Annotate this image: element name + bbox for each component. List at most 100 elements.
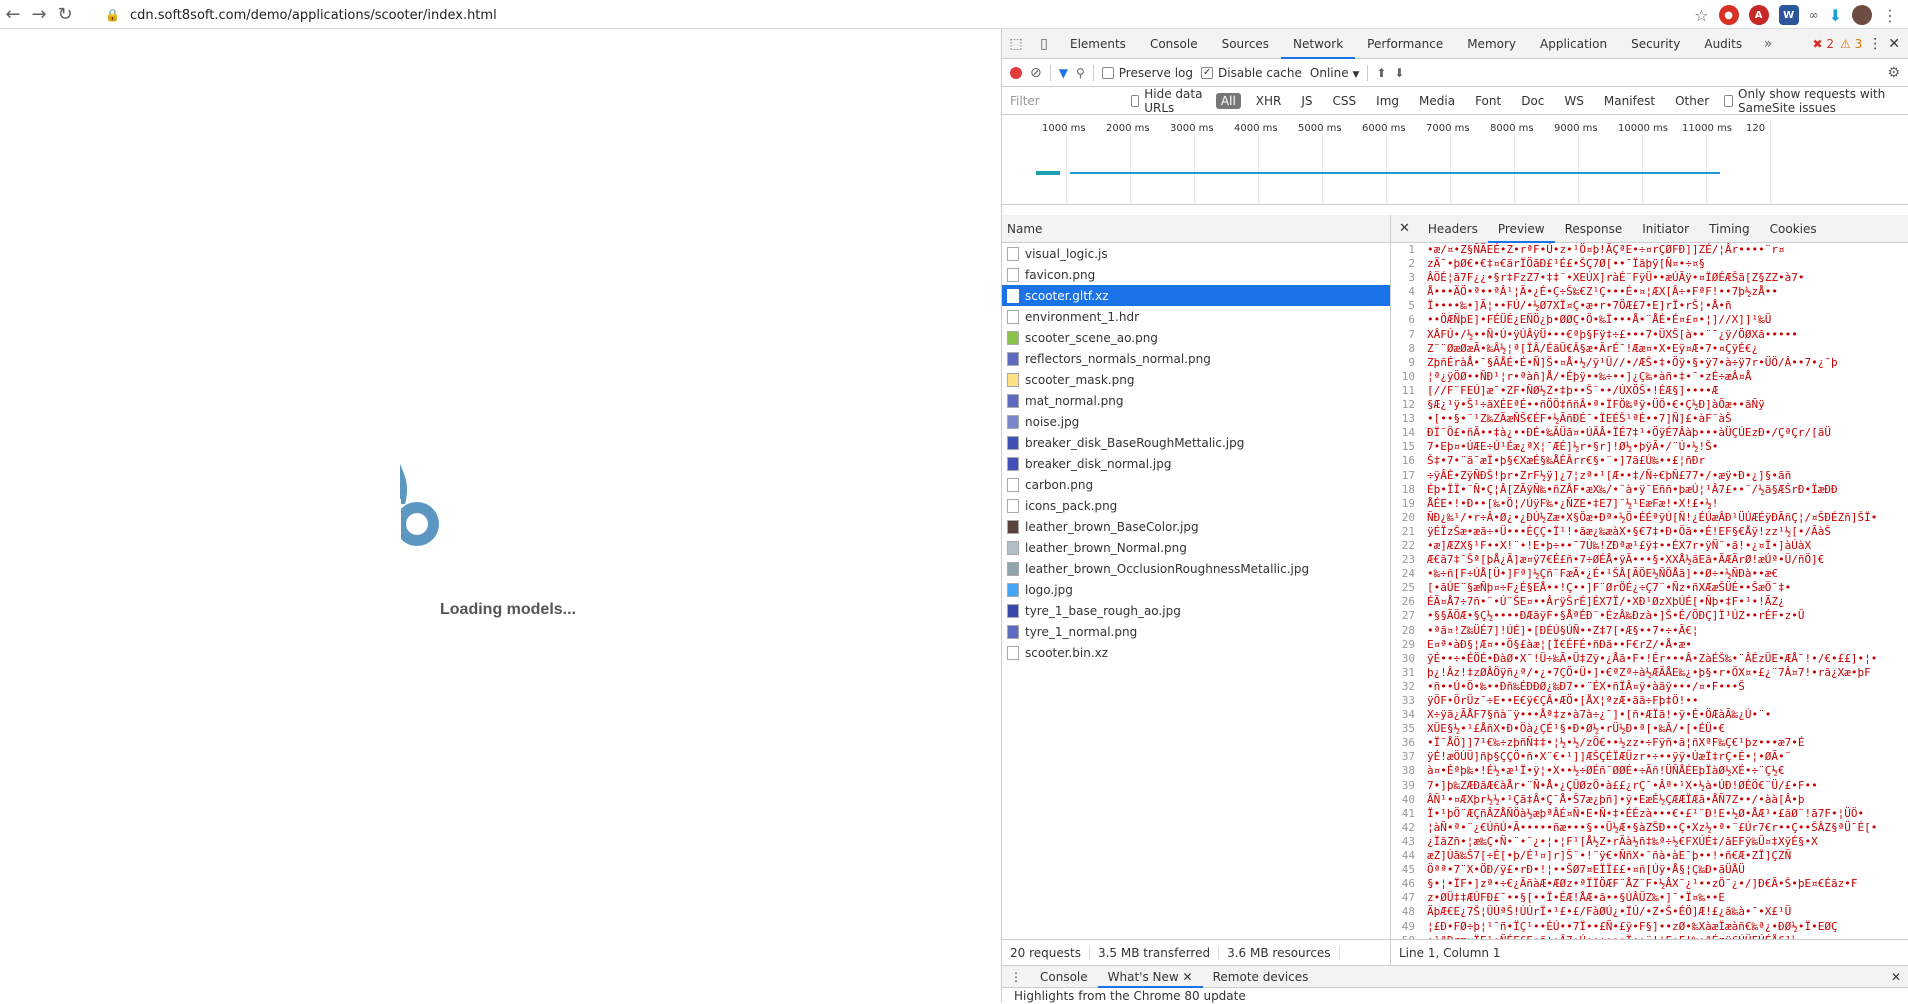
network-overview-timeline[interactable]: 1000 ms 2000 ms 3000 ms 4000 ms 5000 ms 6000 …: [1002, 115, 1908, 205]
preserve-log-checkbox[interactable]: Preserve log: [1101, 66, 1193, 80]
more-tabs-icon[interactable]: »: [1754, 29, 1782, 59]
file-row[interactable]: logo.jpg: [1002, 579, 1390, 600]
type-filter-img[interactable]: Img: [1371, 93, 1404, 109]
tab-performance[interactable]: Performance: [1355, 29, 1455, 59]
adblock-icon[interactable]: A: [1748, 5, 1769, 25]
file-row[interactable]: reflectors_normals_normal.png: [1002, 348, 1390, 369]
file-row[interactable]: tyre_1_normal.png: [1002, 621, 1390, 642]
line-number: 43: [1401, 834, 1415, 848]
file-row[interactable]: favicon.png: [1002, 264, 1390, 285]
line-number: 29: [1401, 637, 1415, 651]
hide-data-urls-checkbox[interactable]: Hide data URLs: [1130, 87, 1206, 115]
device-toolbar-icon[interactable]: ▯: [1030, 29, 1058, 59]
record-icon[interactable]: [1010, 66, 1022, 79]
file-row[interactable]: leather_brown_OcclusionRoughnessMetallic…: [1002, 558, 1390, 579]
type-filter-css[interactable]: CSS: [1328, 93, 1362, 109]
download-icon[interactable]: ⬇: [1829, 6, 1842, 25]
devtools-drawer: ⋮ Console What's New ✕ Remote devices ✕ …: [1002, 965, 1908, 1003]
tab-cookies[interactable]: Cookies: [1760, 215, 1827, 243]
type-filter-media[interactable]: Media: [1414, 93, 1460, 109]
type-filter-xhr[interactable]: XHR: [1251, 93, 1287, 109]
type-filter-ws[interactable]: WS: [1559, 93, 1588, 109]
tab-application[interactable]: Application: [1528, 29, 1619, 59]
binary-line: ÷ÿÂÉ•ZÿÑÐŠ!þr•ZrF½ÿ]¿7¦zª•¹[Æ••‡/Ñ÷€þÑ£7…: [1427, 468, 1792, 482]
settings-gear-icon[interactable]: ⚙: [1887, 65, 1908, 81]
type-filter-doc[interactable]: Doc: [1516, 93, 1549, 109]
tab-sources[interactable]: Sources: [1210, 29, 1281, 59]
close-tab-icon[interactable]: ✕: [1183, 970, 1193, 984]
page-viewport: Loading models...: [0, 29, 1001, 1003]
tab-memory[interactable]: Memory: [1455, 29, 1528, 59]
file-row[interactable]: visual_logic.js: [1002, 243, 1390, 264]
forward-icon[interactable]: →: [26, 1, 52, 27]
drawer-tab-console[interactable]: Console: [1030, 970, 1098, 984]
export-har-icon[interactable]: ⬇: [1394, 66, 1404, 80]
request-details: ✕ Headers Preview Response Initiator Tim…: [1391, 215, 1908, 965]
tab-elements[interactable]: Elements: [1058, 29, 1138, 59]
file-row[interactable]: leather_brown_Normal.png: [1002, 537, 1390, 558]
type-filter-all[interactable]: All: [1215, 92, 1241, 109]
type-filter-manifest[interactable]: Manifest: [1599, 93, 1660, 109]
file-row[interactable]: leather_brown_BaseColor.jpg: [1002, 516, 1390, 537]
file-icon: [1007, 288, 1019, 303]
drawer-tab-whats-new[interactable]: What's New ✕: [1097, 966, 1203, 988]
binary-preview[interactable]: 1 2 3 4 5 6 7 8 9 10 11 12 13 14 15 16 17 18 19 20 21 22 23 24 2…: [1391, 243, 1908, 939]
throttle-select[interactable]: Online ▼: [1310, 66, 1359, 80]
binary-line: Ï•¹þÖ¨ÆÇñÂZÅÑÖà½æþªÂÉ¤Ñ•E•Ñ•‡•ÉÉzà•••€•£…: [1427, 806, 1865, 820]
search-icon[interactable]: ⚲: [1076, 66, 1085, 80]
type-filter-js[interactable]: JS: [1296, 93, 1317, 109]
clear-icon[interactable]: ⊘: [1030, 65, 1042, 81]
drawer-tab-remote-devices[interactable]: Remote devices: [1203, 970, 1319, 984]
tab-preview[interactable]: Preview: [1487, 215, 1555, 243]
drawer-menu-icon[interactable]: ⋮: [1002, 970, 1030, 984]
filter-input[interactable]: Filter: [1010, 91, 1121, 111]
tab-security[interactable]: Security: [1619, 29, 1692, 59]
binary-content: •æ/¤•Z§ÑÃEÉ•Z•rªF•Ú•z•¹Ö¤þ!ÃÇªE•÷¤rÇØFÐ]…: [1419, 243, 1877, 939]
name-column-header[interactable]: Name: [1002, 215, 1390, 243]
close-devtools-icon[interactable]: ✕: [1888, 36, 1900, 52]
file-row[interactable]: breaker_disk_normal.jpg: [1002, 453, 1390, 474]
binary-line: ¿ÏãZñ•¦æ‰Ç•Ñ•¨•¨¿•¦•¦F¹[Å½Z•rÃà½ñ‡‰ª÷½€F…: [1427, 834, 1818, 848]
close-drawer-icon[interactable]: ✕: [1891, 970, 1908, 984]
disable-cache-checkbox[interactable]: ✓ Disable cache: [1201, 66, 1302, 80]
tab-response[interactable]: Response: [1555, 215, 1633, 243]
reload-icon[interactable]: ↻: [52, 1, 78, 27]
type-filter-other[interactable]: Other: [1670, 93, 1714, 109]
inspect-icon[interactable]: ⬚: [1002, 29, 1030, 59]
close-details-icon[interactable]: ✕: [1391, 221, 1418, 236]
warning-count-badge[interactable]: ⚠ 3: [1840, 37, 1862, 51]
file-row[interactable]: scooter.bin.xz: [1002, 642, 1390, 663]
file-row[interactable]: environment_1.hdr: [1002, 306, 1390, 327]
file-row[interactable]: mat_normal.png: [1002, 390, 1390, 411]
tab-headers[interactable]: Headers: [1418, 215, 1488, 243]
binary-line: X÷ÿã¿ÃÅF7§ñà¨ÿ•••Åª‡z•à7à÷¿¯]•[ñ•ÆÏã!•ÿ•…: [1427, 708, 1772, 722]
word-icon[interactable]: W: [1778, 5, 1799, 25]
link-icon[interactable]: ∞: [1809, 8, 1819, 22]
back-icon[interactable]: ←: [0, 1, 26, 27]
extension-red-icon[interactable]: ●: [1718, 5, 1739, 25]
type-filter-font[interactable]: Font: [1470, 93, 1506, 109]
devtools-menu-icon[interactable]: ⋮: [1868, 36, 1882, 52]
tab-console[interactable]: Console: [1138, 29, 1210, 59]
filter-icon[interactable]: ▼: [1059, 66, 1068, 80]
timeline-bar: [1036, 171, 1060, 175]
menu-icon[interactable]: ⋮: [1882, 6, 1898, 25]
samesite-checkbox[interactable]: Only show requests with SameSite issues: [1724, 87, 1908, 115]
file-row[interactable]: noise.jpg: [1002, 411, 1390, 432]
file-row[interactable]: icons_pack.png: [1002, 495, 1390, 516]
address-bar[interactable]: 🔒 cdn.soft8soft.com/demo/applications/sc…: [105, 3, 1635, 27]
tab-initiator[interactable]: Initiator: [1632, 215, 1699, 243]
avatar[interactable]: [1852, 5, 1872, 25]
tab-network[interactable]: Network: [1281, 29, 1356, 59]
file-row[interactable]: carbon.png: [1002, 474, 1390, 495]
file-row[interactable]: scooter_mask.png: [1002, 369, 1390, 390]
error-count-badge[interactable]: ✖ 2: [1813, 37, 1835, 51]
file-row[interactable]: breaker_disk_BaseRoughMettalic.jpg: [1002, 432, 1390, 453]
tab-audits[interactable]: Audits: [1692, 29, 1754, 59]
star-icon[interactable]: ☆: [1694, 6, 1708, 25]
file-row[interactable]: scooter_scene_ao.png: [1002, 327, 1390, 348]
import-har-icon[interactable]: ⬆: [1376, 66, 1386, 80]
file-row[interactable]: scooter.gltf.xz: [1002, 285, 1390, 306]
tab-timing[interactable]: Timing: [1699, 215, 1760, 243]
file-row[interactable]: tyre_1_base_rough_ao.jpg: [1002, 600, 1390, 621]
